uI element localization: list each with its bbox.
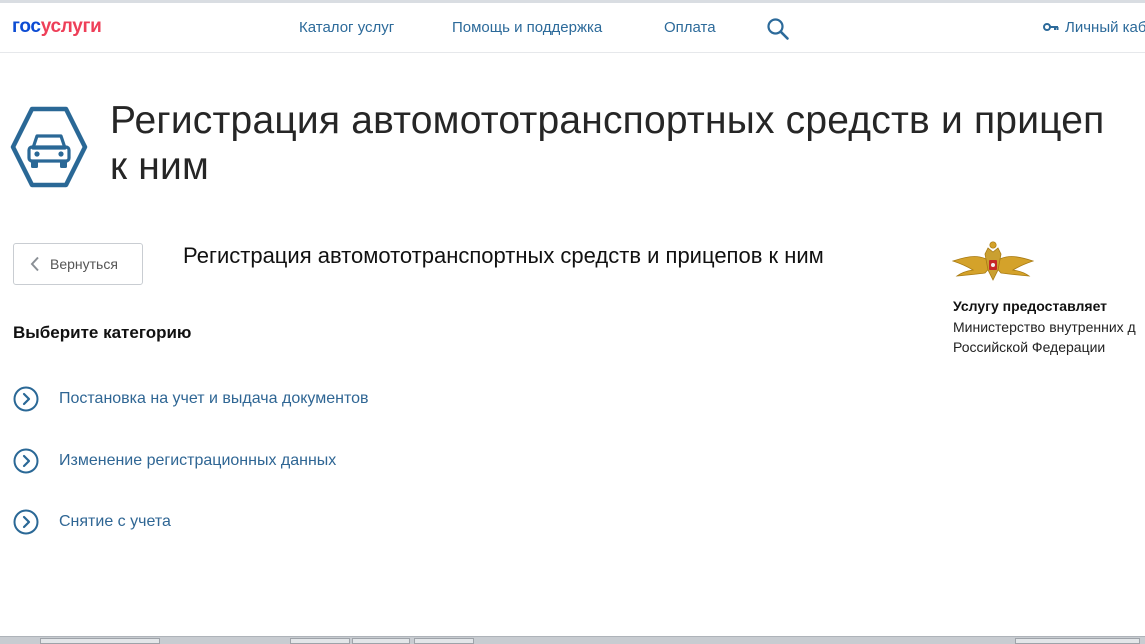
chevron-left-icon [30,256,39,272]
category-item-registration[interactable]: Постановка на учет и выдача документов [13,384,369,414]
nav-payment-link[interactable]: Оплата [664,19,716,36]
logo-part-uslugi: услуги [40,16,102,37]
car-icon [10,106,88,188]
site-header: госуслуги Каталог услуг Помощь и поддерж… [0,3,1145,53]
taskbar-tray [1015,638,1140,644]
taskbar-button[interactable] [40,638,160,644]
chevron-right-circle-icon [13,386,39,412]
os-taskbar [0,636,1145,644]
service-title: Регистрация автомототранспортных средств… [183,243,824,268]
section-title: Выберите категорию [13,323,192,342]
category-item-change-data[interactable]: Изменение регистрационных данных [13,446,336,476]
provider-label: Услугу предоставляет [953,298,1108,314]
back-button-label: Вернуться [50,256,118,272]
back-button[interactable]: Вернуться [13,243,143,285]
nav-help-link[interactable]: Помощь и поддержка [452,19,602,36]
gosuslugi-logo[interactable]: госуслуги [12,16,102,38]
category-item-deregistration[interactable]: Снятие с учета [13,507,171,537]
provider-name: Министерство внутренних д Российской Феде… [953,317,1145,357]
logo-part-gos: гос [12,16,41,37]
provider-name-line-2: Российской Федерации [953,339,1106,355]
category-label: Снятие с учета [59,513,171,530]
provider-name-line-1: Министерство внутренних д [953,319,1136,335]
page: госуслуги Каталог услуг Помощь и поддерж… [0,0,1145,644]
chevron-right-circle-icon [13,509,39,535]
taskbar-button[interactable] [290,638,350,644]
taskbar-button[interactable] [414,638,474,644]
personal-account-link[interactable]: Личный каб [1043,19,1145,36]
mvd-emblem-icon [951,240,1035,290]
account-label: Личный каб [1065,19,1145,36]
page-title-line-1: Регистрация автомототранспортных средств… [110,99,1105,142]
page-title-line-2: к ним [110,145,210,188]
page-title: Регистрация автомототранспортных средств… [110,98,1145,190]
category-label: Изменение регистрационных данных [59,452,337,469]
chevron-right-circle-icon [13,448,39,474]
taskbar-button[interactable] [352,638,410,644]
search-icon[interactable] [766,17,790,41]
nav-catalog-link[interactable]: Каталог услуг [299,19,394,36]
category-label: Постановка на учет и выдача документов [59,390,369,407]
key-icon [1043,23,1059,31]
